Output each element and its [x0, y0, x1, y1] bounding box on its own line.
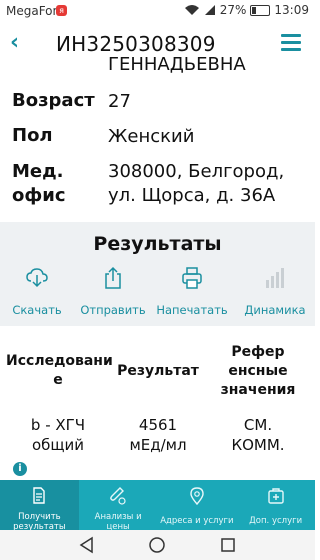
info-icon[interactable]: i [13, 462, 27, 476]
print-label: Напечатать [156, 303, 228, 317]
reference-cell-line1: СМ. [243, 416, 273, 434]
print-icon [182, 267, 202, 289]
column-header-reference: Рефер енсные значения [206, 343, 310, 400]
clock: 13:09 [274, 3, 309, 17]
ref-header-line3: значения [220, 382, 296, 398]
result-cell: 4561 мЕд/мл [110, 415, 206, 455]
ref-header-line2: енсные [228, 363, 288, 379]
tab-tests-prices-label: Анализы и цены [79, 512, 158, 532]
study-header-line2: е [53, 372, 63, 388]
battery-percent: 27% [219, 3, 247, 17]
sex-label: Пол [12, 125, 53, 146]
status-bar: MegaFon я 27% 13:09 [0, 0, 315, 24]
result-cell-line1: 4561 [138, 416, 178, 434]
status-right: 27% 13:09 [184, 3, 309, 17]
tab-extra-services-label: Доп. услуги [249, 516, 303, 526]
results-section: Результаты Скачать Отправить Напечатать … [0, 222, 315, 326]
system-home-icon[interactable] [148, 536, 166, 554]
dynamics-button[interactable]: Динамика [235, 266, 315, 317]
document-icon [33, 487, 46, 504]
download-button[interactable]: Скачать [0, 266, 77, 317]
system-back-icon[interactable] [78, 536, 96, 554]
carrier-name: MegaFon [6, 4, 61, 18]
results-table: Исследовани е Результат Рефер енсные зна… [0, 326, 315, 480]
tube-icon [110, 487, 126, 505]
share-icon [105, 266, 121, 289]
study-cell: b - ХГЧ общий [6, 415, 110, 455]
dynamics-label: Динамика [244, 303, 306, 317]
cloud-download-icon [26, 268, 48, 288]
reference-cell: СМ. КОММ. [206, 415, 310, 455]
tab-addresses-services[interactable]: Адреса и услуги [158, 480, 237, 530]
column-header-result: Результат [117, 363, 199, 379]
ref-header-line1: Рефер [231, 344, 285, 360]
results-title: Результаты [93, 233, 222, 255]
page-title: ИН3250308309 [56, 32, 216, 56]
study-header-line1: Исследовани [6, 353, 113, 369]
sex-value: Женский [108, 126, 195, 147]
patient-name-tail: ГЕННАДЬЕВНА [108, 54, 246, 75]
tab-get-results-label: Получить результаты [0, 512, 79, 532]
location-icon [190, 487, 204, 506]
system-recents-icon[interactable] [219, 536, 237, 554]
tab-extra-services[interactable]: Доп. услуги [236, 480, 315, 530]
back-chevron-icon[interactable]: ‹ [10, 30, 19, 55]
office-label-line2: офис [12, 185, 66, 206]
system-navigation-bar [0, 530, 315, 560]
print-button[interactable]: Напечатать [152, 266, 232, 317]
tab-tests-prices-line1: Анализы и [94, 512, 142, 522]
age-label: Возраст [12, 90, 95, 111]
medkit-icon [267, 488, 284, 504]
age-value: 27 [108, 91, 131, 112]
tab-tests-prices[interactable]: Анализы и цены [79, 480, 158, 532]
office-label-line1: Мед. [12, 161, 64, 182]
hamburger-menu-icon[interactable] [281, 34, 301, 51]
office-value-line2: ул. Щорса, д. 36А [108, 185, 276, 206]
office-value: 308000, Белгород, ул. Щорса, д. 36А [108, 160, 284, 208]
office-label: Мед. офис [12, 160, 66, 208]
reference-cell-line2: КОММ. [231, 436, 285, 454]
send-button[interactable]: Отправить [73, 266, 153, 317]
tab-get-results-line1: Получить [18, 512, 61, 522]
download-label: Скачать [12, 303, 62, 317]
bottom-navigation: Получить результаты Анализы и цены Адрес… [0, 480, 315, 532]
tab-get-results[interactable]: Получить результаты [0, 480, 79, 532]
battery-icon [250, 4, 271, 16]
study-cell-line2: общий [31, 436, 85, 454]
wifi-icon [184, 5, 199, 15]
result-cell-line2: мЕд/мл [129, 436, 187, 454]
send-label: Отправить [80, 303, 146, 317]
column-header-study: Исследовани е [6, 352, 113, 390]
tab-addresses-label: Адреса и услуги [160, 516, 234, 526]
study-cell-line1: b - ХГЧ [30, 416, 86, 434]
signal-icon [204, 5, 215, 15]
bar-chart-icon [266, 268, 284, 288]
office-value-line1: 308000, Белгород, [108, 161, 285, 182]
yandex-badge-icon: я [56, 5, 67, 16]
